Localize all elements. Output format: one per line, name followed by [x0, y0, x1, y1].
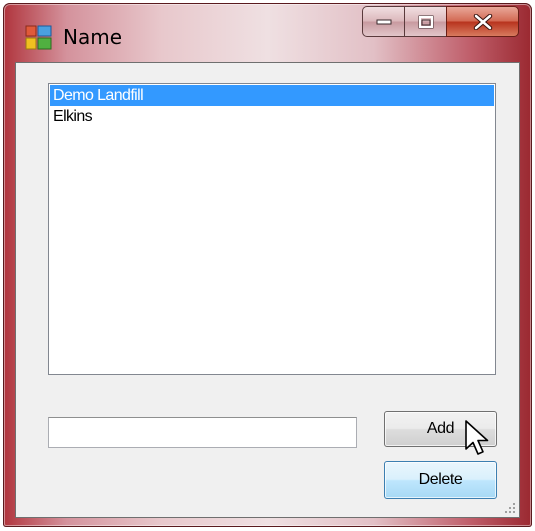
- maximize-icon: [418, 15, 433, 28]
- list-item-elkins[interactable]: Elkins: [50, 106, 494, 127]
- resize-grip-icon[interactable]: [504, 502, 516, 514]
- maximize-button[interactable]: [404, 6, 446, 37]
- close-button[interactable]: [446, 6, 519, 37]
- name-input[interactable]: [48, 417, 357, 448]
- close-icon: [473, 13, 492, 30]
- window-client-area: Demo Landfill Elkins Add Delete: [15, 62, 520, 518]
- minimize-button[interactable]: [362, 6, 404, 37]
- add-button[interactable]: Add: [384, 411, 497, 447]
- caption-buttons: [362, 6, 519, 37]
- app-window-icon: [25, 25, 53, 51]
- list-item-demo-landfill[interactable]: Demo Landfill: [50, 85, 494, 106]
- name-window: Name Demo Landfill Elkins Add Delete: [3, 3, 532, 527]
- delete-button[interactable]: Delete: [384, 461, 497, 499]
- names-listbox[interactable]: Demo Landfill Elkins: [48, 83, 496, 375]
- title-bar[interactable]: Name: [3, 3, 532, 63]
- minimize-icon: [376, 19, 391, 24]
- window-title: Name: [63, 25, 123, 49]
